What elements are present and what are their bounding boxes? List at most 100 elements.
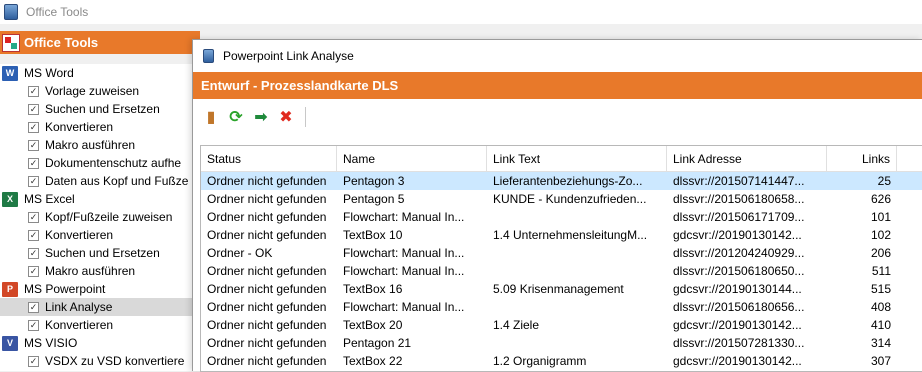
- toolbar-separator: [305, 107, 306, 127]
- cell-name: Flowchart: Manual In...: [343, 264, 465, 278]
- item-checkbox[interactable]: ✓: [28, 103, 39, 115]
- cell-links: 511: [871, 264, 891, 278]
- cell-link-adresse: dlssvr://201204240929...: [673, 246, 805, 260]
- column-header-link-adresse[interactable]: Link Adresse: [667, 146, 827, 171]
- item-checkbox[interactable]: ✓: [28, 265, 39, 277]
- cell-status: Ordner nicht gefunden: [207, 174, 327, 188]
- tree-group-ms-visio[interactable]: V MS VISIO: [0, 334, 200, 352]
- tree-item[interactable]: ✓ Suchen und Ersetzen: [0, 100, 200, 118]
- item-checkbox[interactable]: ✓: [28, 157, 39, 169]
- item-checkbox[interactable]: ✓: [28, 301, 39, 313]
- tree-group-ms-excel[interactable]: X MS Excel: [0, 190, 200, 208]
- table-row[interactable]: Ordner - OK Flowchart: Manual In... dlssvr…: [201, 244, 922, 262]
- cell-link-adresse: dlssvr://201506171709...: [673, 210, 805, 224]
- table-row[interactable]: Ordner nicht gefunden Pentagon 21 dlssvr:/…: [201, 334, 922, 352]
- cell-links: 101: [870, 210, 891, 224]
- item-checkbox[interactable]: ✓: [28, 247, 39, 259]
- delete-icon[interactable]: ✖: [276, 107, 296, 127]
- tool-tree: W MS Word ✓ Vorlage zuweisen ✓ Suchen und Ers…: [0, 64, 200, 371]
- tree-item[interactable]: ✓ Suchen und Ersetzen: [0, 244, 200, 262]
- item-checkbox[interactable]: ✓: [28, 139, 39, 151]
- tree-item[interactable]: ✓ Dokumentenschutz aufhe: [0, 154, 200, 172]
- column-header-links[interactable]: Links: [827, 146, 897, 171]
- run-icon[interactable]: ➡: [251, 107, 271, 127]
- tree-item[interactable]: ✓ Konvertieren: [0, 226, 200, 244]
- tree-group-ms-word[interactable]: W MS Word: [0, 64, 200, 82]
- cell-status: Ordner nicht gefunden: [207, 264, 327, 278]
- cell-links: 314: [870, 336, 891, 350]
- table-header: Status Name Link Text Link Adresse Links: [201, 146, 922, 172]
- tree-item[interactable]: ✓ Link Analyse: [0, 298, 200, 316]
- refresh-icon[interactable]: ⟳: [226, 107, 246, 127]
- cell-links: 206: [870, 246, 891, 260]
- table-body: Ordner nicht gefunden Pentagon 3 Lieferant…: [201, 172, 922, 371]
- cell-link-adresse: gdcsvr://20190130144...: [673, 282, 802, 296]
- window-title: Office Tools: [26, 5, 89, 19]
- cell-links: 408: [870, 300, 891, 314]
- table-row[interactable]: Ordner nicht gefunden TextBox 16 5.09 Kris…: [201, 280, 922, 298]
- tree-item-label: Suchen und Ersetzen: [45, 246, 160, 260]
- tree-group-label: MS VISIO: [24, 336, 78, 350]
- cell-name: TextBox 22: [343, 354, 403, 368]
- item-checkbox[interactable]: ✓: [28, 175, 39, 187]
- cell-link-text: 1.2 Organigramm: [493, 354, 587, 368]
- item-checkbox[interactable]: ✓: [28, 319, 39, 331]
- cell-link-adresse: gdcsvr://20190130142...: [673, 228, 802, 242]
- tree-item-label: Konvertieren: [45, 318, 114, 332]
- cell-status: Ordner nicht gefunden: [207, 318, 327, 332]
- column-header-link-text[interactable]: Link Text: [487, 146, 667, 171]
- table-row[interactable]: Ordner nicht gefunden Pentagon 5 KUNDE - K…: [201, 190, 922, 208]
- table-row[interactable]: Ordner nicht gefunden Flowchart: Manual I…: [201, 298, 922, 316]
- tree-item-label: Link Analyse: [45, 300, 113, 314]
- tree-group-ms-powerpoint[interactable]: P MS Powerpoint: [0, 280, 200, 298]
- item-checkbox[interactable]: ✓: [28, 211, 39, 223]
- table-row[interactable]: Ordner nicht gefunden TextBox 20 1.4 Ziele…: [201, 316, 922, 334]
- column-header-status[interactable]: Status: [201, 146, 337, 171]
- table-row[interactable]: Ordner nicht gefunden Pentagon 3 Lieferant…: [201, 172, 922, 190]
- export-icon[interactable]: ▮: [201, 107, 221, 127]
- tree-item[interactable]: ✓ VSDX zu VSD konvertiere: [0, 352, 200, 370]
- tree-item-label: Vorlage zuweisen: [45, 84, 140, 98]
- cell-status: Ordner nicht gefunden: [207, 354, 327, 368]
- table-row[interactable]: Ordner nicht gefunden TextBox 10 1.4 Unter…: [201, 226, 922, 244]
- cell-name: Flowchart: Manual In...: [343, 210, 465, 224]
- table-row[interactable]: Ordner nicht gefunden Flowchart: Manual I…: [201, 262, 922, 280]
- cell-name: Pentagon 3: [343, 174, 405, 188]
- cell-name: TextBox 10: [343, 228, 403, 242]
- document-title: Entwurf - Prozesslandkarte DLS: [201, 78, 399, 93]
- tree-item[interactable]: ✓ Vorlage zuweisen: [0, 82, 200, 100]
- tree-item-label: Konvertieren: [45, 228, 114, 242]
- dialog-title: Powerpoint Link Analyse: [223, 49, 354, 63]
- cell-links: 515: [870, 282, 891, 296]
- item-checkbox[interactable]: ✓: [28, 229, 39, 241]
- word-icon: W: [2, 65, 18, 81]
- powerpoint-icon: P: [2, 281, 18, 297]
- cell-name: Pentagon 5: [343, 192, 405, 206]
- tree-item[interactable]: ✓ Kopf/Fußzeile zuweisen: [0, 208, 200, 226]
- cell-links: 626: [870, 192, 891, 206]
- item-checkbox[interactable]: ✓: [28, 355, 39, 367]
- cell-status: Ordner nicht gefunden: [207, 336, 327, 350]
- column-header-name[interactable]: Name: [337, 146, 487, 171]
- cell-link-adresse: dlssvr://201506180650...: [673, 264, 805, 278]
- office-tools-title: Office Tools: [24, 35, 99, 50]
- cell-link-text: 5.09 Krisenmanagement: [493, 282, 624, 296]
- document-header: Entwurf - Prozesslandkarte DLS: [193, 72, 922, 99]
- cell-link-adresse: dlssvr://201507141447...: [673, 174, 805, 188]
- item-checkbox[interactable]: ✓: [28, 121, 39, 133]
- cell-status: Ordner nicht gefunden: [207, 210, 327, 224]
- tree-item[interactable]: ✓ Konvertieren: [0, 118, 200, 136]
- excel-icon: X: [2, 191, 18, 207]
- table-row[interactable]: Ordner nicht gefunden Flowchart: Manual I…: [201, 208, 922, 226]
- table-row[interactable]: Ordner nicht gefunden TextBox 22 1.2 Organ…: [201, 352, 922, 370]
- tree-item[interactable]: ✓ Konvertieren: [0, 316, 200, 334]
- tree-item-label: Konvertieren: [45, 120, 114, 134]
- cell-name: TextBox 16: [343, 282, 403, 296]
- tree-item[interactable]: ✓ Makro ausführen: [0, 262, 200, 280]
- item-checkbox[interactable]: ✓: [28, 85, 39, 97]
- cell-status: Ordner nicht gefunden: [207, 228, 327, 242]
- tree-item[interactable]: ✓ Makro ausführen: [0, 136, 200, 154]
- cell-status: Ordner nicht gefunden: [207, 192, 327, 206]
- tree-item[interactable]: ✓ Daten aus Kopf und Fußze: [0, 172, 200, 190]
- cell-name: Flowchart: Manual In...: [343, 300, 465, 314]
